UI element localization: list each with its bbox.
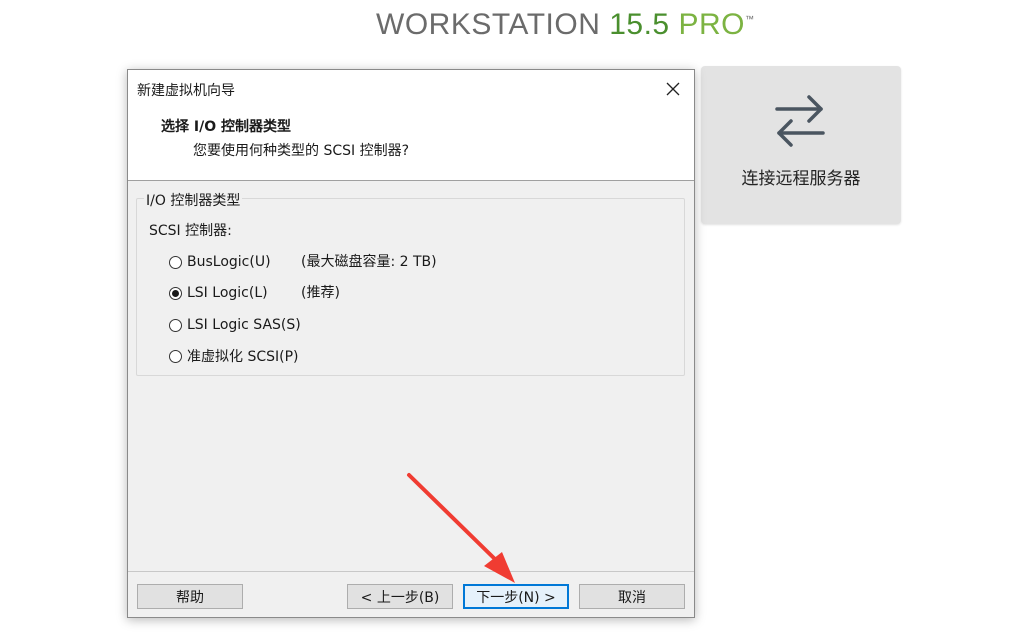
cancel-button[interactable]: 取消 <box>579 584 685 609</box>
logo-trademark: ™ <box>744 14 755 24</box>
radio-label: LSI Logic(L) <box>187 285 268 301</box>
scsi-controller-label: SCSI 控制器: <box>149 223 232 239</box>
page-subheading: 您要使用何种类型的 SCSI 控制器? <box>193 143 410 159</box>
close-icon <box>666 82 680 96</box>
buslogic-note: (最大磁盘容量: 2 TB) <box>301 254 437 270</box>
help-button[interactable]: 帮助 <box>137 584 243 609</box>
radio-label: 准虚拟化 SCSI(P) <box>187 349 299 365</box>
radio-lsi-logic[interactable]: LSI Logic(L) <box>169 283 268 303</box>
back-button[interactable]: < 上一步(B) <box>347 584 453 609</box>
radio-lsi-logic-sas[interactable]: LSI Logic SAS(S) <box>169 315 301 335</box>
logo-text-version: 15.5 <box>609 8 670 41</box>
page-heading: 选择 I/O 控制器类型 <box>161 119 291 135</box>
lsi-logic-note: (推荐) <box>301 285 340 301</box>
radio-label: LSI Logic SAS(S) <box>187 317 301 333</box>
group-label: I/O 控制器类型 <box>144 190 243 210</box>
radio-label: BusLogic(U) <box>187 254 271 270</box>
dialog-header: 新建虚拟机向导 选择 I/O 控制器类型 您要使用何种类型的 SCSI 控制器? <box>128 70 694 181</box>
io-controller-group: I/O 控制器类型 SCSI 控制器: BusLogic(U) (最大磁盘容量:… <box>136 190 685 376</box>
connect-remote-server-tile[interactable]: 连接远程服务器 <box>701 66 901 224</box>
footer-divider <box>128 571 694 572</box>
radio-button[interactable] <box>169 349 182 363</box>
swap-arrows-icon <box>775 95 825 147</box>
radio-button[interactable] <box>169 255 182 269</box>
radio-button[interactable] <box>169 318 182 332</box>
connect-remote-server-label: 连接远程服务器 <box>741 169 861 189</box>
new-vm-wizard-dialog: 新建虚拟机向导 选择 I/O 控制器类型 您要使用何种类型的 SCSI 控制器?… <box>127 69 695 618</box>
radio-button-checked[interactable] <box>169 286 182 300</box>
logo-text-workstation: WORKSTATION <box>376 8 610 41</box>
radio-pvscsi[interactable]: 准虚拟化 SCSI(P) <box>169 346 299 366</box>
logo-text-pro: PRO <box>669 8 745 41</box>
close-button[interactable] <box>660 76 686 102</box>
dialog-title: 新建虚拟机向导 <box>137 83 235 99</box>
radio-buslogic[interactable]: BusLogic(U) <box>169 252 271 272</box>
product-logo: WORKSTATION 15.5 PRO™ <box>376 8 754 48</box>
next-button[interactable]: 下一步(N) > <box>463 584 569 609</box>
